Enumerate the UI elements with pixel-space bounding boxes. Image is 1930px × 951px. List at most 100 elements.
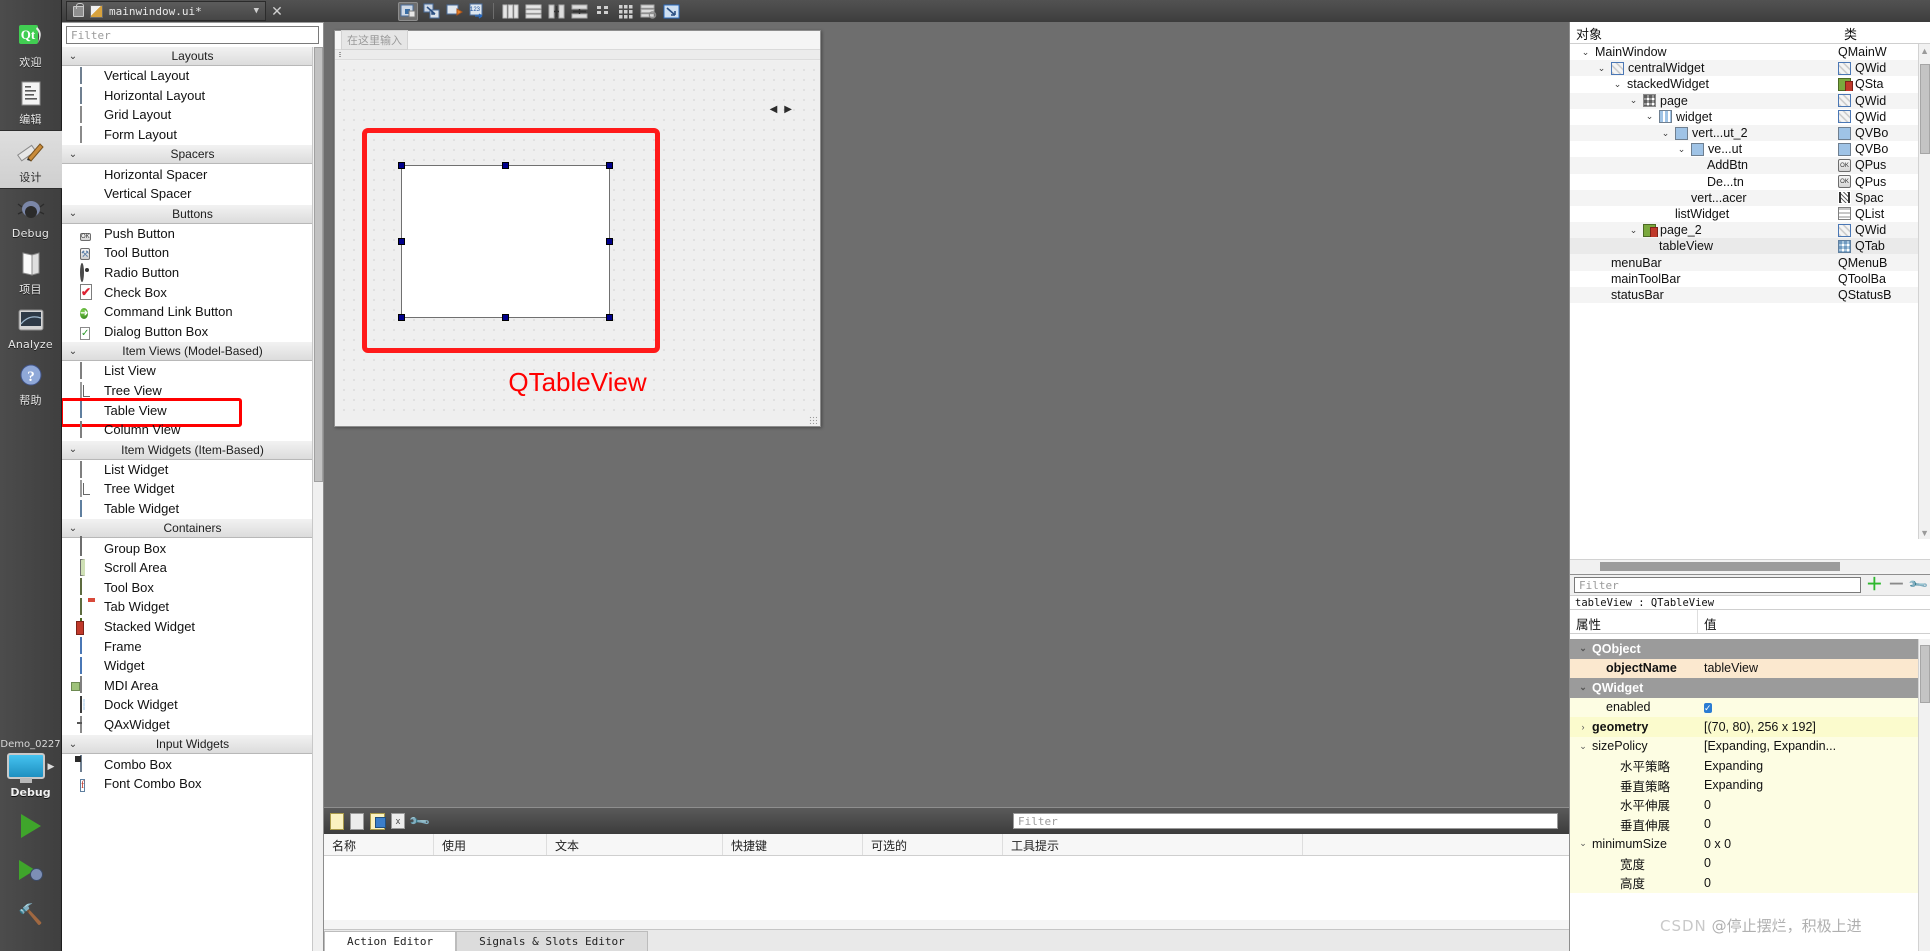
- chevron-down-icon[interactable]: ⌄: [1577, 741, 1589, 752]
- minus-icon[interactable]: －: [1888, 576, 1905, 593]
- action-editor-column-header[interactable]: 快捷键: [723, 834, 863, 855]
- property-editor-rows[interactable]: ⌄ QObject objectName tableView ⌄ QWidget enabl…: [1570, 639, 1930, 951]
- widget-box-item-horizontal-spacer[interactable]: Horizontal Spacer: [62, 164, 323, 184]
- scrollbar-thumb[interactable]: [314, 47, 323, 482]
- object-inspector-row[interactable]: ⌄ MainWindow QMainW: [1570, 44, 1930, 60]
- nav-left-arrow-icon[interactable]: ◀: [770, 104, 778, 115]
- scrollbar-thumb[interactable]: [1600, 562, 1840, 571]
- wrench-icon[interactable]: 🔧: [1907, 574, 1930, 597]
- widget-box-item-tree-view[interactable]: Tree View: [62, 381, 323, 401]
- widget-box-item-radio-button[interactable]: Radio Button: [62, 262, 323, 283]
- widget-box-item-frame[interactable]: Frame: [62, 636, 323, 656]
- object-inspector-rows[interactable]: ⌄ MainWindow QMainW ⌄ centralWidget QWid ⌄ stac…: [1570, 44, 1930, 539]
- chevron-down-icon[interactable]: ⌄: [1577, 643, 1589, 654]
- property-editor-row[interactable]: enabled ✓: [1570, 697, 1930, 717]
- property-editor-row[interactable]: ⌄ sizePolicy [Expanding, Expandin...: [1570, 736, 1930, 756]
- close-x-icon[interactable]: ✕: [266, 3, 288, 20]
- resize-handle-bottom-center[interactable]: [501, 314, 509, 321]
- widget-box-category-item-views-model-based[interactable]: ⌄ Item Views (Model-Based): [62, 341, 323, 362]
- edit-action-icon[interactable]: [370, 812, 386, 830]
- form-tool-bar[interactable]: [335, 50, 820, 60]
- page-navigation-arrows[interactable]: ◀ ▶: [770, 104, 792, 115]
- action-editor-filter-input[interactable]: Filter: [1013, 813, 1558, 829]
- action-editor-column-header[interactable]: 文本: [547, 834, 723, 855]
- object-inspector-row[interactable]: listWidget QList: [1570, 206, 1930, 222]
- object-inspector-vscrollbar[interactable]: [1918, 44, 1930, 539]
- action-editor-body[interactable]: [324, 856, 1569, 920]
- widget-box-category-containers[interactable]: ⌄ Containers: [62, 518, 323, 539]
- resize-handle-middle-right[interactable]: [606, 237, 613, 245]
- layout-grid-icon[interactable]: [615, 2, 635, 21]
- widget-box-item-widget[interactable]: Widget: [62, 656, 323, 676]
- mode-item-welcome[interactable]: Qt 欢迎: [0, 16, 62, 73]
- object-inspector-hscrollbar[interactable]: [1570, 559, 1930, 572]
- unlock-icon[interactable]: [73, 2, 84, 17]
- property-editor-vscrollbar[interactable]: [1918, 639, 1930, 951]
- resize-grip-icon[interactable]: [809, 416, 817, 424]
- object-inspector-row[interactable]: ⌄ page_2 QWid: [1570, 222, 1930, 239]
- widget-box-list[interactable]: ⌄ Layouts Vertical Layout Horizontal Layout…: [62, 46, 323, 951]
- property-value-cell[interactable]: 0 x 0: [1698, 837, 1930, 851]
- selected-tableview-widget[interactable]: [398, 162, 613, 321]
- widget-box-item-vertical-spacer[interactable]: Vertical Spacer: [62, 184, 323, 204]
- chevron-right-icon[interactable]: ›: [1577, 722, 1589, 732]
- property-editor-row[interactable]: ⌄ QObject: [1570, 639, 1930, 659]
- form-window[interactable]: 在这里输入 ◀ ▶ QTableView: [334, 30, 821, 427]
- kit-selector[interactable]: Demo_0227 ▶ Debug 🔨: [0, 739, 62, 951]
- widget-box-category-item-widgets-item-based[interactable]: ⌄ Item Widgets (Item-Based): [62, 439, 323, 460]
- property-value-cell[interactable]: [(70, 80), 256 x 192]: [1698, 720, 1930, 734]
- widget-box-item-combo-box[interactable]: Combo Box: [62, 754, 323, 774]
- mode-item-help[interactable]: ? 帮助: [0, 354, 62, 411]
- object-inspector-row[interactable]: statusBar QStatusB: [1570, 286, 1930, 303]
- delete-action-icon[interactable]: x: [391, 813, 405, 829]
- property-editor-row[interactable]: 高度 0: [1570, 873, 1930, 893]
- edit-tab-order-icon[interactable]: 123: [467, 2, 487, 21]
- property-value-cell[interactable]: ✓: [1698, 700, 1930, 715]
- resize-handle-middle-left[interactable]: [398, 237, 405, 245]
- chevron-down-icon[interactable]: ⌄: [1577, 682, 1589, 693]
- widget-box-item-table-widget[interactable]: Table Widget: [62, 499, 323, 519]
- chevron-down-icon[interactable]: ⌄: [1644, 111, 1655, 122]
- scroll-down-arrow-icon[interactable]: ▼: [1920, 528, 1929, 538]
- property-value-cell[interactable]: 0: [1698, 817, 1930, 831]
- property-value-cell[interactable]: 0: [1698, 876, 1930, 890]
- widget-box-item-list-widget[interactable]: List Widget: [62, 460, 323, 480]
- resize-handle-bottom-left[interactable]: [398, 314, 405, 321]
- mode-item-projects[interactable]: 项目: [0, 243, 62, 300]
- widget-box-item-table-view[interactable]: Table View: [62, 398, 323, 427]
- property-editor-row[interactable]: › geometry [(70, 80), 256 x 192]: [1570, 717, 1930, 737]
- form-canvas[interactable]: ◀ ▶ QTableView: [335, 61, 820, 414]
- action-editor-column-header[interactable]: 可选的: [863, 834, 1003, 855]
- widget-box-category-spacers[interactable]: ⌄ Spacers: [62, 144, 323, 165]
- property-editor-row[interactable]: 宽度 0: [1570, 853, 1930, 873]
- property-editor-row[interactable]: 水平伸展 0: [1570, 795, 1930, 815]
- mode-item-debug[interactable]: Debug: [0, 189, 62, 243]
- object-inspector-row[interactable]: AddBtn OK QPus: [1570, 157, 1930, 174]
- property-editor-row[interactable]: 垂直策略 Expanding: [1570, 775, 1930, 795]
- new-action-icon[interactable]: [330, 812, 344, 830]
- form-menu-bar[interactable]: 在这里输入: [335, 30, 820, 50]
- widget-box-item-mdi-area[interactable]: MDI Area: [62, 675, 323, 695]
- widget-box-item-tree-widget[interactable]: Tree Widget: [62, 479, 323, 499]
- chevron-down-icon[interactable]: ⌄: [1628, 225, 1639, 236]
- layout-horizontally-icon[interactable]: [500, 2, 520, 21]
- widget-box-item-qaxwidget[interactable]: QAxWidget: [62, 715, 323, 735]
- object-inspector-row[interactable]: ⌄ centralWidget QWid: [1570, 60, 1930, 77]
- widget-box-item-form-layout[interactable]: Form Layout: [62, 125, 323, 145]
- edit-signals-slots-icon[interactable]: [421, 2, 441, 21]
- widget-box-item-group-box[interactable]: Group Box: [62, 536, 323, 558]
- widget-box-category-buttons[interactable]: ⌄ Buttons: [62, 203, 323, 224]
- object-inspector-row[interactable]: ⌄ widget QWid: [1570, 109, 1930, 125]
- widget-box-item-stacked-widget[interactable]: Stacked Widget: [62, 617, 323, 637]
- scrollbar-thumb[interactable]: [1920, 64, 1930, 154]
- widget-box-item-column-view[interactable]: Column View: [62, 420, 323, 440]
- widget-box-item-tool-box[interactable]: Tool Box: [62, 577, 323, 597]
- widget-box-item-dialog-button-box[interactable]: ✓ Dialog Button Box: [62, 322, 323, 342]
- menu-placeholder-label[interactable]: 在这里输入: [341, 30, 408, 50]
- scroll-up-arrow-icon[interactable]: ▲: [1920, 46, 1929, 56]
- widget-box-item-vertical-layout[interactable]: Vertical Layout: [62, 66, 323, 86]
- chevron-down-icon[interactable]: ⌄: [1628, 95, 1639, 106]
- chevron-down-icon[interactable]: ⌄: [1676, 144, 1687, 155]
- document-tab[interactable]: mainwindow.ui* ▼: [66, 1, 266, 21]
- nav-right-arrow-icon[interactable]: ▶: [784, 104, 792, 115]
